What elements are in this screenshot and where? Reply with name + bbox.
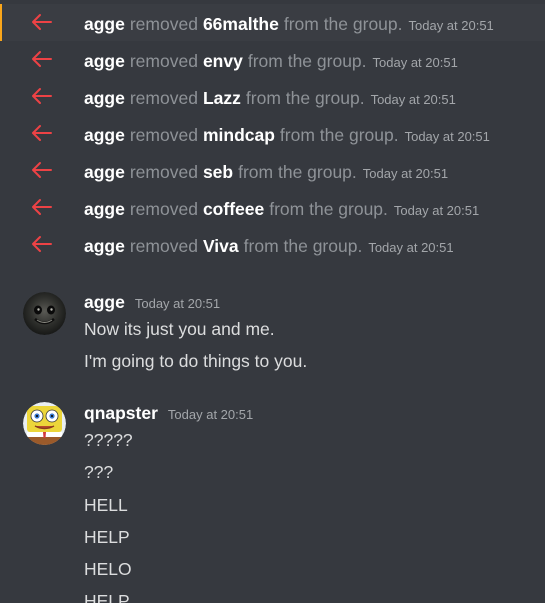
system-verb: removed bbox=[129, 14, 198, 34]
system-actor[interactable]: agge bbox=[84, 235, 125, 257]
arrow-left-icon bbox=[32, 125, 52, 141]
message-group: agge Today at 20:51 Now its just you and… bbox=[0, 282, 545, 382]
system-message-list: agge removed 66malthe from the group. To… bbox=[0, 4, 545, 263]
system-actor[interactable]: agge bbox=[84, 87, 125, 109]
chat-scroller[interactable]: agge removed 66malthe from the group. To… bbox=[0, 0, 545, 603]
message-group: qnapster Today at 20:51 ????? ??? HELL H… bbox=[0, 393, 545, 603]
system-verb: removed bbox=[129, 88, 198, 108]
arrow-left-icon bbox=[32, 236, 52, 252]
system-timestamp[interactable]: Today at 20:51 bbox=[394, 200, 479, 222]
system-target[interactable]: seb bbox=[203, 161, 233, 183]
avatar-dark-face[interactable] bbox=[23, 292, 66, 335]
system-actor[interactable]: agge bbox=[84, 13, 125, 35]
system-target[interactable]: mindcap bbox=[203, 124, 275, 146]
system-suffix: from the group. bbox=[243, 236, 363, 256]
system-verb: removed bbox=[129, 162, 198, 182]
system-actor[interactable]: agge bbox=[84, 161, 125, 183]
message-timestamp[interactable]: Today at 20:51 bbox=[135, 296, 220, 311]
system-target[interactable]: 66malthe bbox=[203, 13, 279, 35]
arrow-left-icon bbox=[32, 88, 52, 104]
system-message[interactable]: agge removed Viva from the group. Today … bbox=[0, 226, 545, 263]
system-message[interactable]: agge removed seb from the group. Today a… bbox=[0, 152, 545, 189]
arrow-left-icon bbox=[32, 51, 52, 67]
system-verb: removed bbox=[129, 236, 198, 256]
system-timestamp[interactable]: Today at 20:51 bbox=[368, 237, 453, 259]
system-target[interactable]: Viva bbox=[203, 235, 239, 257]
system-message[interactable]: agge removed Lazz from the group. Today … bbox=[0, 78, 545, 115]
message-line: ??? bbox=[84, 462, 114, 482]
arrow-left-icon bbox=[32, 199, 52, 215]
system-suffix: from the group. bbox=[283, 14, 403, 34]
arrow-left-icon bbox=[32, 162, 52, 178]
system-actor[interactable]: agge bbox=[84, 198, 125, 220]
message-line: HELP bbox=[84, 591, 130, 603]
system-target[interactable]: Lazz bbox=[203, 87, 241, 109]
message-author[interactable]: qnapster bbox=[84, 403, 158, 424]
system-message[interactable]: agge removed 66malthe from the group. To… bbox=[0, 4, 545, 41]
message-line: ????? bbox=[84, 430, 133, 450]
system-target[interactable]: envy bbox=[203, 50, 243, 72]
system-actor[interactable]: agge bbox=[84, 124, 125, 146]
system-actor[interactable]: agge bbox=[84, 50, 125, 72]
system-suffix: from the group. bbox=[269, 199, 388, 219]
message-line: Now its just you and me. bbox=[84, 319, 275, 339]
system-verb: removed bbox=[129, 125, 198, 145]
system-message[interactable]: agge removed envy from the group. Today … bbox=[0, 41, 545, 78]
system-timestamp[interactable]: Today at 20:51 bbox=[405, 126, 490, 148]
system-suffix: from the group. bbox=[279, 125, 399, 145]
system-suffix: from the group. bbox=[238, 162, 357, 182]
message-line: HELL bbox=[84, 495, 128, 515]
system-suffix: from the group. bbox=[245, 88, 365, 108]
system-verb: removed bbox=[129, 51, 198, 71]
system-timestamp[interactable]: Today at 20:51 bbox=[373, 52, 458, 74]
message-line: HELO bbox=[84, 559, 132, 579]
message-line: I'm going to do things to you. bbox=[84, 351, 308, 371]
system-message[interactable]: agge removed mindcap from the group. Tod… bbox=[0, 115, 545, 152]
system-timestamp[interactable]: Today at 20:51 bbox=[409, 15, 494, 37]
system-message[interactable]: agge removed coffeee from the group. Tod… bbox=[0, 189, 545, 226]
message-timestamp[interactable]: Today at 20:51 bbox=[168, 407, 253, 422]
system-timestamp[interactable]: Today at 20:51 bbox=[363, 163, 448, 185]
message-author[interactable]: agge bbox=[84, 292, 125, 313]
avatar-yellow-cartoon[interactable] bbox=[23, 402, 66, 445]
system-target[interactable]: coffeee bbox=[203, 198, 264, 220]
system-suffix: from the group. bbox=[247, 51, 367, 71]
message-line: HELP bbox=[84, 527, 130, 547]
system-verb: removed bbox=[129, 199, 198, 219]
arrow-left-icon bbox=[32, 14, 52, 30]
system-timestamp[interactable]: Today at 20:51 bbox=[371, 89, 456, 111]
